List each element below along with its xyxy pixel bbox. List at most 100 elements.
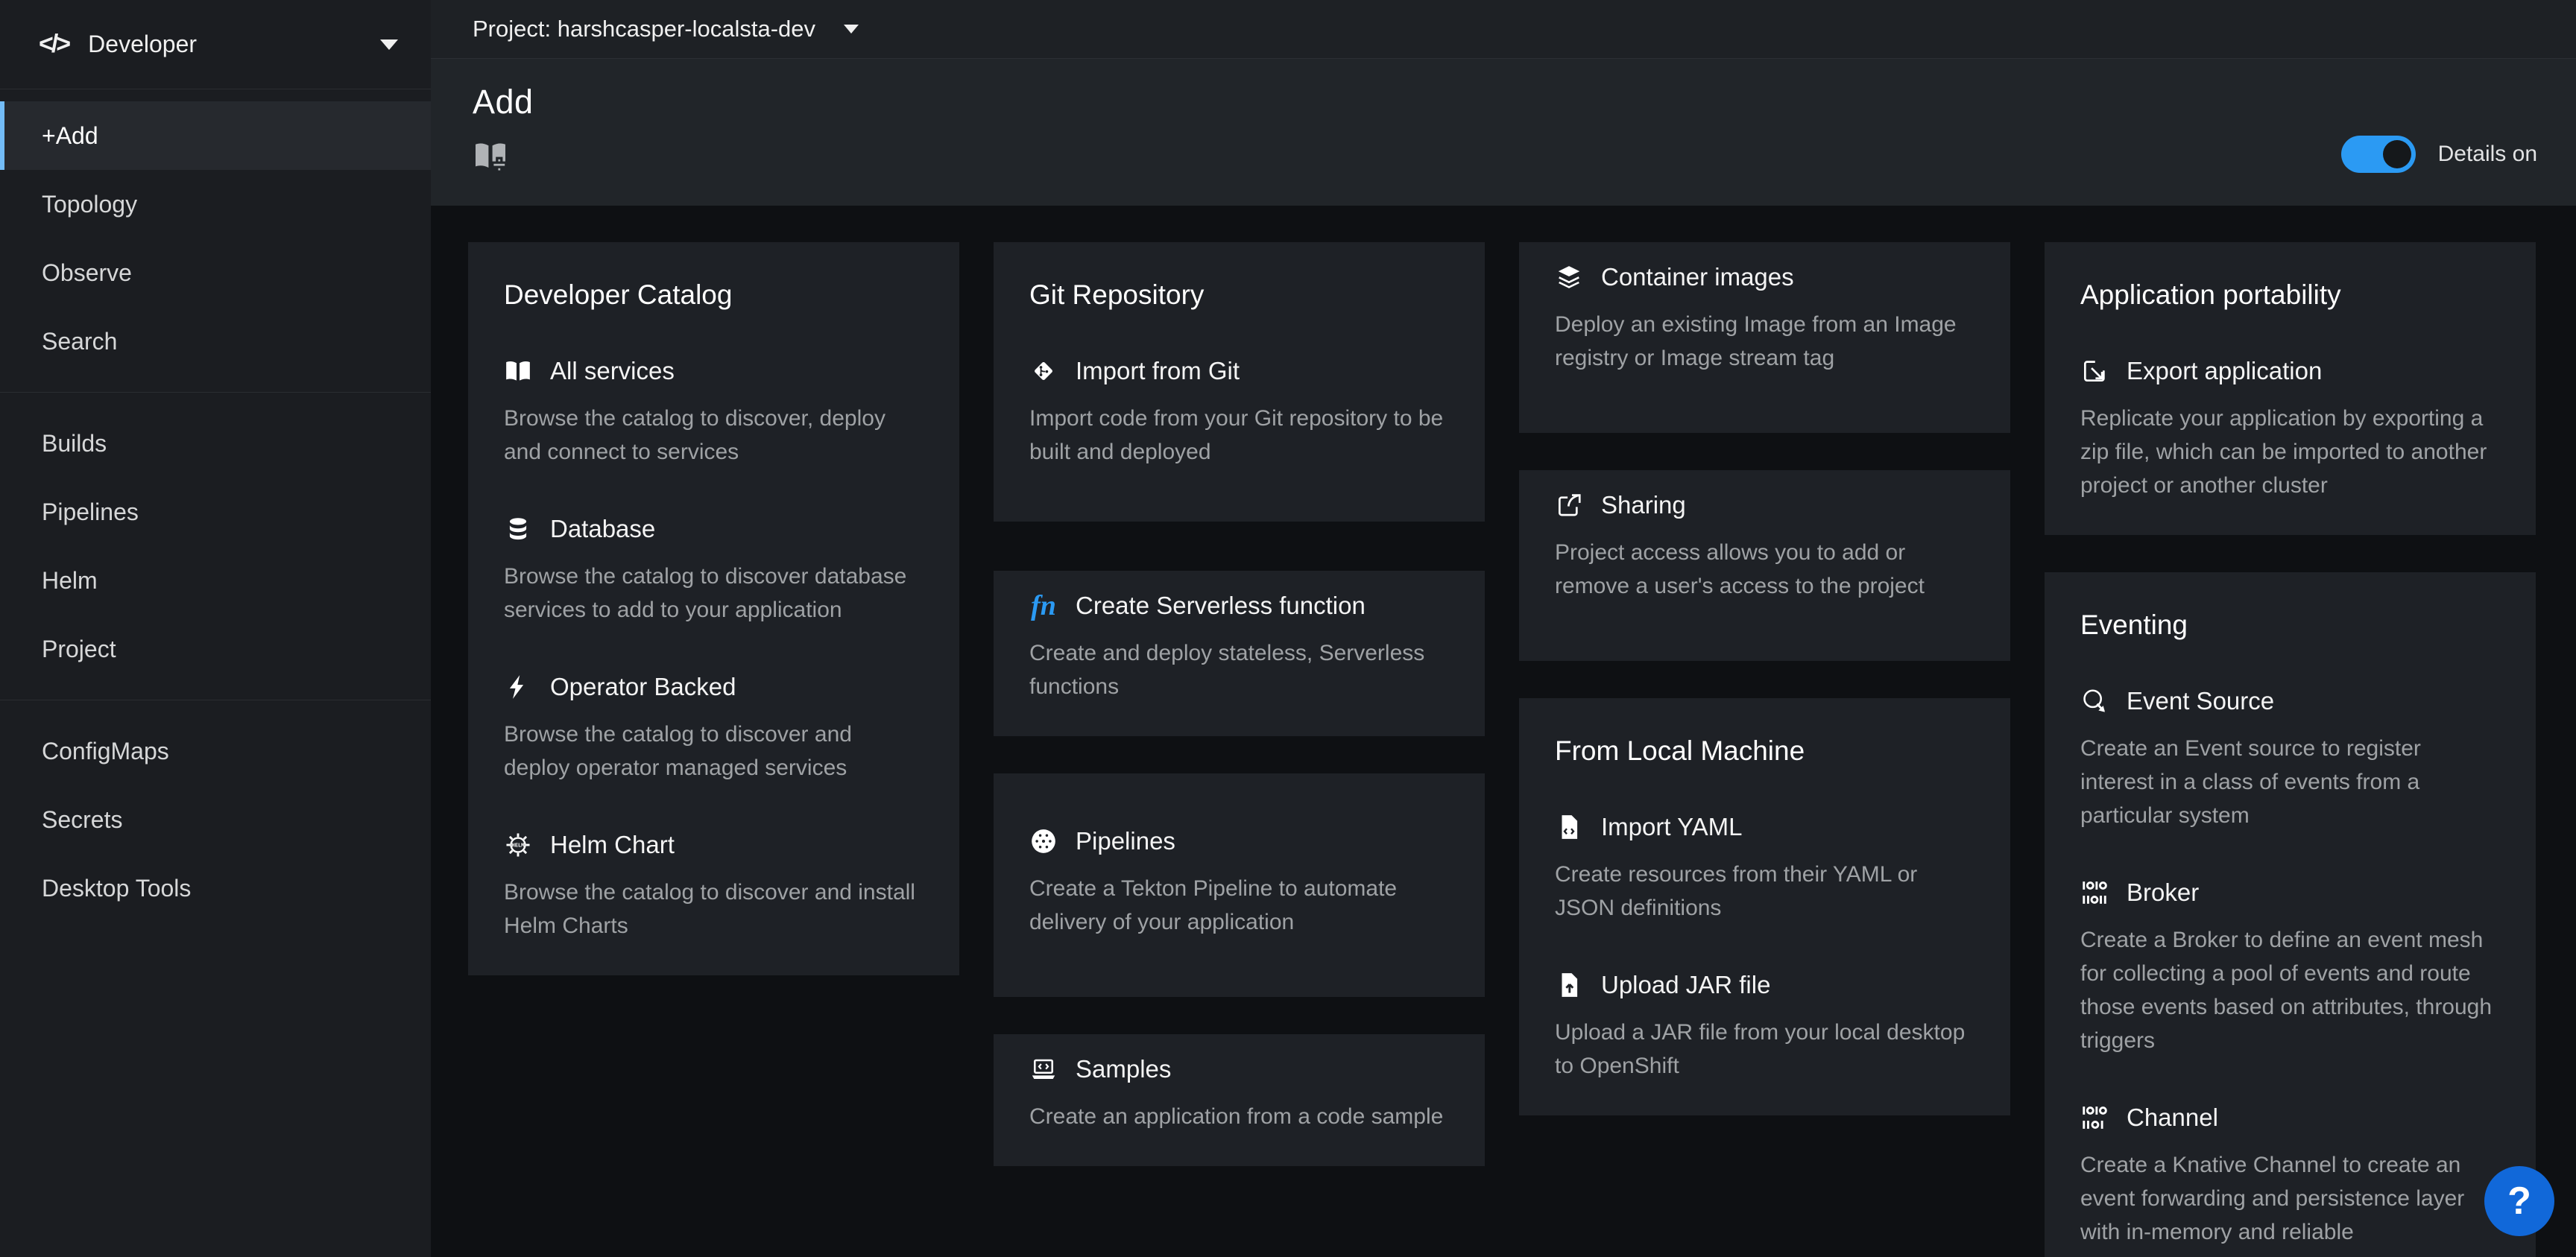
- help-button[interactable]: ?: [2484, 1166, 2554, 1236]
- card-title: From Local Machine: [1555, 735, 1974, 767]
- item-title: Channel: [2127, 1104, 2218, 1132]
- item-description: Create resources from their YAML or JSON…: [1555, 858, 1974, 925]
- item-description: Browse the catalog to discover database …: [504, 560, 924, 627]
- card-container-images: Container images Deploy an existing Imag…: [1519, 242, 2010, 433]
- item-description: Browse the catalog to discover and insta…: [504, 876, 924, 943]
- sidebar-item-topology[interactable]: Topology: [0, 170, 431, 238]
- details-toggle-label: Details on: [2438, 142, 2537, 167]
- item-operator-backed[interactable]: Operator Backed Browse the catalog to di…: [504, 673, 924, 785]
- switch-knob: [2383, 140, 2411, 168]
- item-title: All services: [550, 357, 675, 385]
- sidebar-item-add[interactable]: +Add: [0, 101, 431, 170]
- page-title: Add: [473, 83, 2534, 121]
- item-description: Browse the catalog to discover and deplo…: [504, 718, 924, 785]
- card-pipelines: Pipelines Create a Tekton Pipeline to au…: [994, 773, 1485, 997]
- channel-icon: [2080, 1104, 2109, 1132]
- item-title: Samples: [1076, 1055, 1171, 1083]
- book-open-icon: [504, 357, 532, 385]
- item-sharing[interactable]: Sharing Project access allows you to add…: [1555, 491, 1974, 603]
- database-icon: [504, 515, 532, 543]
- sidebar-nav: +Add Topology Observe Search Builds Pipe…: [0, 89, 431, 922]
- export-icon: [2080, 357, 2109, 385]
- sidebar-item-secrets[interactable]: Secrets: [0, 785, 431, 854]
- item-title: Pipelines: [1076, 827, 1175, 855]
- item-upload-jar-file[interactable]: Upload JAR file Upload a JAR file from y…: [1555, 971, 1974, 1083]
- card-title: Git Repository: [1029, 279, 1449, 311]
- quick-starts-button[interactable]: [473, 138, 508, 174]
- item-export-application[interactable]: Export application Replicate your applic…: [2080, 357, 2500, 502]
- serverless-fn-icon: fn: [1029, 592, 1058, 620]
- sidebar: </> Developer +Add Topology Observe Sear…: [0, 0, 431, 1257]
- card-samples: Samples Create an application from a cod…: [994, 1034, 1485, 1166]
- item-all-services[interactable]: All services Browse the catalog to disco…: [504, 357, 924, 469]
- details-toggle-group: Details on: [2341, 136, 2537, 173]
- main-content: Project: harshcasper-localsta-dev Add De…: [431, 0, 2576, 1257]
- item-container-images[interactable]: Container images Deploy an existing Imag…: [1555, 263, 1974, 375]
- card-sharing: Sharing Project access allows you to add…: [1519, 470, 2010, 661]
- column-2: Git Repository Import from: [994, 242, 1485, 1166]
- item-title: Sharing: [1601, 491, 1686, 519]
- item-broker[interactable]: Broker Create a Broker to define an even…: [2080, 878, 2500, 1057]
- card-eventing: Eventing Event Source Create an Event s: [2045, 572, 2536, 1257]
- event-source-icon: [2080, 687, 2109, 715]
- sidebar-item-project[interactable]: Project: [0, 615, 431, 683]
- perspective-switcher[interactable]: </> Developer: [0, 0, 431, 89]
- item-title: Upload JAR file: [1601, 971, 1770, 999]
- item-description: Project access allows you to add or remo…: [1555, 536, 1974, 603]
- item-database[interactable]: Database Browse the catalog to discover …: [504, 515, 924, 627]
- sidebar-item-configmaps[interactable]: ConfigMaps: [0, 717, 431, 785]
- item-event-source[interactable]: Event Source Create an Event source to r…: [2080, 687, 2500, 832]
- caret-down-icon: [844, 25, 859, 34]
- card-application-portability: Application portability Export applicati…: [2045, 242, 2536, 535]
- project-bar: Project: harshcasper-localsta-dev: [431, 0, 2576, 59]
- git-icon: [1029, 357, 1058, 385]
- item-title: Operator Backed: [550, 673, 736, 701]
- column-4: Application portability Export applicati…: [2045, 242, 2536, 1257]
- share-icon: [1555, 491, 1583, 519]
- item-description: Deploy an existing Image from an Image r…: [1555, 308, 1974, 375]
- item-samples[interactable]: Samples Create an application from a cod…: [1029, 1055, 1449, 1133]
- details-switch[interactable]: [2341, 136, 2416, 173]
- card-serverless-function: fn Create Serverless function Create and…: [994, 571, 1485, 736]
- item-title: Container images: [1601, 263, 1794, 291]
- item-description: Import code from your Git repository to …: [1029, 402, 1449, 469]
- card-developer-catalog: Developer Catalog All services Browse th…: [468, 242, 959, 975]
- question-mark-icon: ?: [2507, 1179, 2531, 1223]
- item-description: Create and deploy stateless, Serverless …: [1029, 636, 1449, 703]
- item-description: Create a Knative Channel to create an ev…: [2080, 1148, 2500, 1249]
- file-code-icon: [1555, 813, 1583, 841]
- column-3: Container images Deploy an existing Imag…: [1519, 242, 2010, 1115]
- card-title: Application portability: [2080, 279, 2500, 311]
- item-title: Broker: [2127, 878, 2199, 907]
- item-create-serverless-function[interactable]: fn Create Serverless function Create and…: [1029, 592, 1449, 703]
- item-pipelines[interactable]: Pipelines Create a Tekton Pipeline to au…: [1029, 827, 1449, 939]
- item-description: Replicate your application by exporting …: [2080, 402, 2500, 502]
- item-title: Event Source: [2127, 687, 2274, 715]
- sidebar-item-helm[interactable]: Helm: [0, 546, 431, 615]
- sidebar-item-builds[interactable]: Builds: [0, 409, 431, 478]
- item-title: Create Serverless function: [1076, 592, 1366, 620]
- sidebar-item-observe[interactable]: Observe: [0, 238, 431, 307]
- item-description: Upload a JAR file from your local deskto…: [1555, 1016, 1974, 1083]
- project-selector-label: Project: harshcasper-localsta-dev: [473, 16, 815, 42]
- nav-divider: [0, 392, 431, 393]
- sidebar-item-pipelines[interactable]: Pipelines: [0, 478, 431, 546]
- item-helm-chart[interactable]: HELM Helm Chart Browse the catalog to di…: [504, 831, 924, 943]
- file-upload-icon: [1555, 971, 1583, 999]
- card-title: Eventing: [2080, 609, 2500, 641]
- sidebar-item-search[interactable]: Search: [0, 307, 431, 376]
- sidebar-item-desktop-tools[interactable]: Desktop Tools: [0, 854, 431, 922]
- helm-icon: HELM: [504, 831, 532, 859]
- item-import-yaml[interactable]: Import YAML Create resources from their …: [1555, 813, 1974, 925]
- item-description: Create a Tekton Pipeline to automate del…: [1029, 872, 1449, 939]
- add-cards-grid: Developer Catalog All services Browse th…: [431, 206, 2576, 1257]
- project-selector[interactable]: Project: harshcasper-localsta-dev: [473, 16, 859, 42]
- broker-icon: [2080, 878, 2109, 907]
- caret-down-icon: [380, 39, 398, 50]
- item-import-from-git[interactable]: Import from Git Import code from your Gi…: [1029, 357, 1449, 469]
- item-description: Create an application from a code sample: [1029, 1100, 1449, 1133]
- code-brackets-icon: </>: [39, 30, 69, 59]
- item-title: Import from Git: [1076, 357, 1240, 385]
- item-channel[interactable]: Channel Create a Knative Channel to crea…: [2080, 1104, 2500, 1249]
- card-title: Developer Catalog: [504, 279, 924, 311]
